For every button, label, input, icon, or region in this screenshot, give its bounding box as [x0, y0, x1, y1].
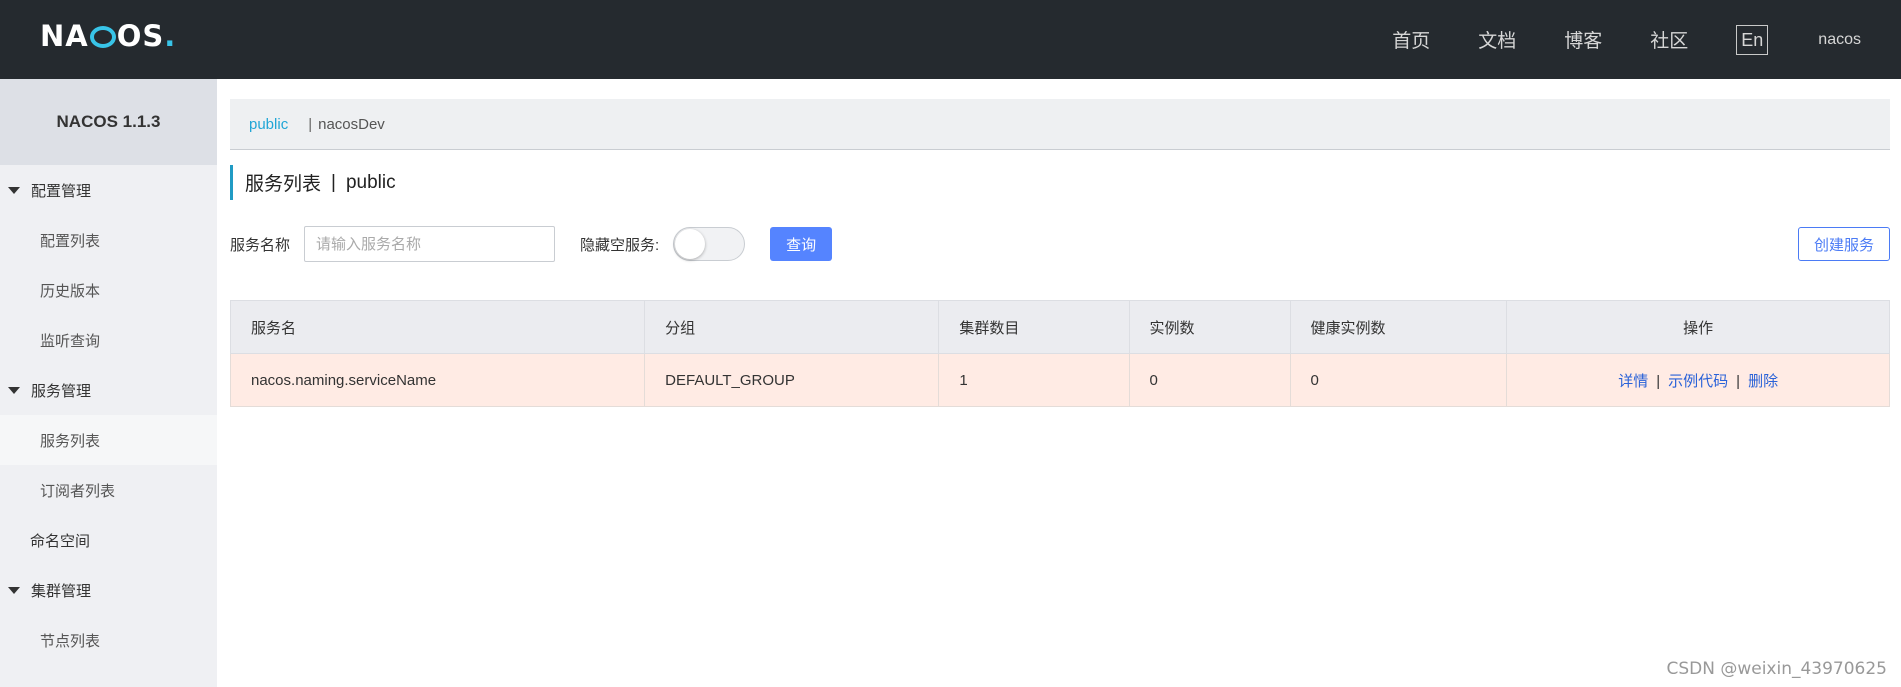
language-switch-button[interactable]: En [1736, 24, 1769, 55]
logo-dot: . [164, 19, 177, 53]
namespace-public-link[interactable]: public [249, 116, 288, 133]
caret-down-icon [8, 186, 20, 194]
logo-text-prefix: NA [40, 19, 89, 53]
sidebar-item-subscribers[interactable]: 订阅者列表 [0, 465, 217, 515]
namespace-bar: public | nacosDev [230, 99, 1890, 150]
hide-empty-toggle[interactable] [673, 227, 746, 261]
column-header-healthy-count: 健康实例数 [1289, 300, 1508, 354]
table-row: nacos.naming.serviceName DEFAULT_GROUP 1… [229, 353, 1890, 407]
toggle-knob [675, 229, 706, 259]
service-name-input[interactable] [304, 226, 556, 262]
cell-instance-count: 0 [1128, 353, 1291, 407]
page-title-text: 服务列表 [245, 174, 322, 195]
details-link[interactable]: 详情 [1618, 373, 1648, 390]
page-title-namespace: public [345, 171, 396, 193]
query-button[interactable]: 查询 [770, 227, 833, 261]
service-name-label: 服务名称 [230, 236, 291, 254]
table-header-row: 服务名 分组 集群数目 实例数 健康实例数 操作 [229, 300, 1890, 354]
version-label: NACOS 1.1.3 [0, 79, 217, 165]
sidebar-group-config[interactable]: 配置管理 [0, 165, 217, 215]
sidebar-item-namespace[interactable]: 命名空间 [0, 515, 217, 565]
column-header-group: 分组 [644, 300, 940, 354]
sidebar-group-label: 配置管理 [31, 182, 92, 200]
page-title-separator: | [331, 171, 336, 193]
cell-cluster-count: 1 [938, 353, 1130, 407]
top-navbar: NA OS. 首页 文档 博客 社区 En nacos [0, 0, 1901, 79]
sidebar-item-service-list[interactable]: 服务列表 [0, 415, 217, 465]
nav-community-link[interactable]: 社区 [1650, 26, 1688, 53]
nacos-logo[interactable]: NA OS. [40, 18, 176, 54]
column-header-actions: 操作 [1506, 300, 1890, 354]
cell-healthy-count: 0 [1289, 353, 1508, 407]
namespace-nacosdev-link[interactable]: nacosDev [318, 116, 385, 133]
action-separator: | [1656, 372, 1661, 390]
hide-empty-label: 隐藏空服务: [580, 236, 660, 254]
sidebar: NACOS 1.1.3 配置管理 配置列表 历史版本 监听查询 服务管理 服务列… [0, 79, 217, 687]
nav-docs-link[interactable]: 文档 [1478, 26, 1516, 53]
cell-actions: 详情 | 示例代码 | 删除 [1506, 353, 1890, 407]
sidebar-item-listener-query[interactable]: 监听查询 [0, 315, 217, 365]
user-menu[interactable]: nacos [1818, 31, 1861, 49]
filter-bar: 服务名称 隐藏空服务: 查询 创建服务 [230, 226, 1890, 262]
sidebar-group-label: 服务管理 [31, 382, 92, 400]
watermark: CSDN @weixin_43970625 [1666, 659, 1887, 679]
sidebar-group-label: 集群管理 [31, 582, 92, 600]
delete-link[interactable]: 删除 [1748, 373, 1778, 390]
cell-group: DEFAULT_GROUP [644, 353, 940, 407]
create-service-button[interactable]: 创建服务 [1798, 227, 1890, 261]
page-title: 服务列表 | public [230, 165, 396, 200]
logo-text-suffix: OS [116, 19, 165, 53]
nav-blog-link[interactable]: 博客 [1564, 26, 1602, 53]
namespace-separator: | [308, 115, 313, 133]
logo-ring-icon [89, 26, 116, 48]
sidebar-item-config-list[interactable]: 配置列表 [0, 215, 217, 265]
column-header-service-name: 服务名 [229, 300, 646, 354]
column-header-instance-count: 实例数 [1128, 300, 1291, 354]
top-nav-links: 首页 文档 博客 社区 En nacos [1344, 0, 1861, 79]
service-table: 服务名 分组 集群数目 实例数 健康实例数 操作 nacos.naming.se… [229, 300, 1890, 407]
column-header-cluster-count: 集群数目 [938, 300, 1130, 354]
caret-down-icon [8, 386, 20, 394]
sidebar-group-cluster[interactable]: 集群管理 [0, 565, 217, 615]
cell-service-name: nacos.naming.serviceName [229, 353, 646, 407]
sidebar-group-service[interactable]: 服务管理 [0, 365, 217, 415]
nav-home-link[interactable]: 首页 [1392, 26, 1430, 53]
main-content: public | nacosDev 服务列表 | public 服务名称 隐藏空… [217, 79, 1901, 687]
caret-down-icon [8, 586, 20, 594]
sidebar-item-history[interactable]: 历史版本 [0, 265, 217, 315]
sample-code-link[interactable]: 示例代码 [1668, 373, 1728, 390]
action-separator: | [1736, 372, 1741, 390]
sidebar-item-node-list[interactable]: 节点列表 [0, 615, 217, 665]
